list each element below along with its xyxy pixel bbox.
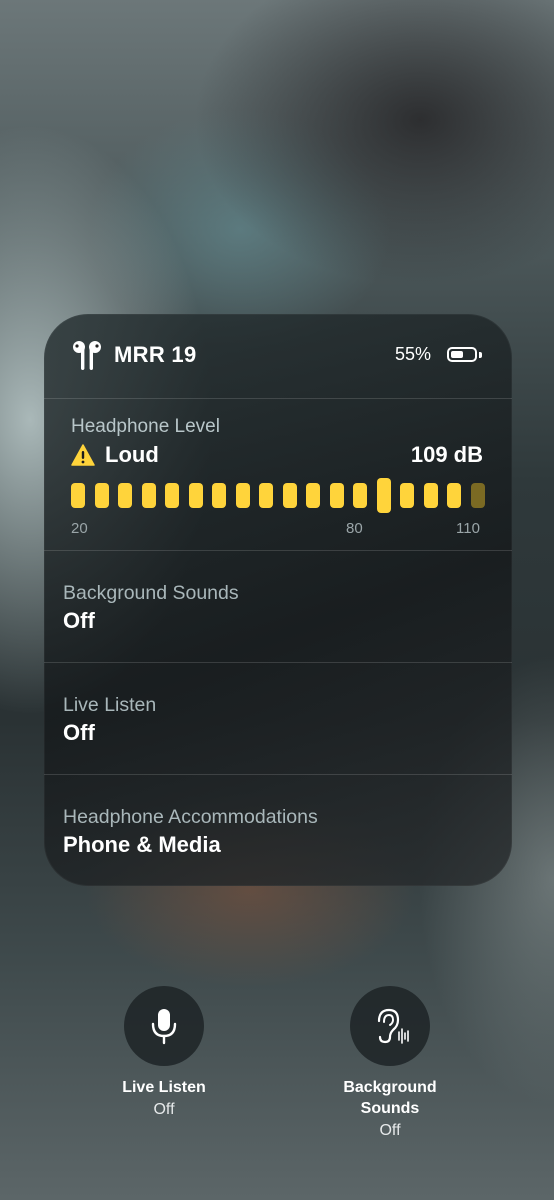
scale-min-label: 20 [71, 520, 88, 537]
warning-icon [71, 444, 95, 466]
row-label: Headphone Accommodations [63, 806, 318, 828]
row-value: Off [63, 720, 95, 745]
meter-segment [306, 483, 320, 508]
row-label: Live Listen [63, 694, 157, 716]
headphone-level-section[interactable]: Headphone Level Loud 109 dB 20 80 110 [44, 398, 512, 551]
meter-segment [71, 483, 85, 508]
level-decibels: 109 dB [410, 442, 483, 467]
background-sounds-button[interactable] [350, 986, 430, 1066]
meter-segment [259, 483, 273, 508]
scale-mid-label: 80 [346, 520, 363, 537]
airpods-icon [73, 341, 101, 370]
device-name: MRR 19 [114, 342, 197, 367]
meter-segment [118, 483, 132, 508]
background-sounds-status: Off [379, 1122, 401, 1139]
meter-segment [165, 483, 179, 508]
meter-segment [236, 483, 250, 508]
row-value: Off [63, 608, 95, 633]
row-background-sounds[interactable]: Background Sounds Off [44, 550, 512, 663]
live-listen-button[interactable] [124, 986, 204, 1066]
level-status: Loud [105, 442, 159, 467]
meter-segment [212, 483, 226, 508]
meter-segment [189, 483, 203, 508]
hearing-panel: MRR 19 55% Headphone Level Loud 109 dB 2… [44, 314, 512, 886]
headphone-level-title: Headphone Level [71, 416, 220, 437]
live-listen-status: Off [153, 1101, 175, 1118]
level-meter [71, 478, 485, 513]
meter-segment [142, 483, 156, 508]
scale-max-label: 110 [456, 520, 480, 537]
meter-segment [330, 483, 344, 508]
row-live-listen[interactable]: Live Listen Off [44, 662, 512, 775]
meter-segment [353, 483, 367, 508]
ear-sound-icon [377, 1008, 409, 1044]
battery-fill [451, 351, 463, 358]
meter-segment [377, 478, 391, 513]
meter-segment [95, 483, 109, 508]
meter-segment [400, 483, 414, 508]
meter-segment [471, 483, 485, 508]
device-header: MRR 19 55% [44, 314, 512, 399]
battery-percentage: 55% [395, 344, 432, 364]
live-listen-label: Live Listen [122, 1079, 206, 1096]
meter-segment [424, 483, 438, 508]
battery-icon [447, 347, 477, 362]
row-headphone-accommodations[interactable]: Headphone Accommodations Phone & Media [44, 774, 512, 886]
background-sounds-label-line1: Background [343, 1079, 437, 1096]
meter-segment [283, 483, 297, 508]
background-sounds-label-line2: Sounds [360, 1100, 420, 1117]
meter-segment [447, 483, 461, 508]
row-value: Phone & Media [63, 832, 221, 857]
row-label: Background Sounds [63, 582, 239, 604]
microphone-icon [151, 1009, 177, 1045]
battery-terminal [479, 352, 482, 358]
